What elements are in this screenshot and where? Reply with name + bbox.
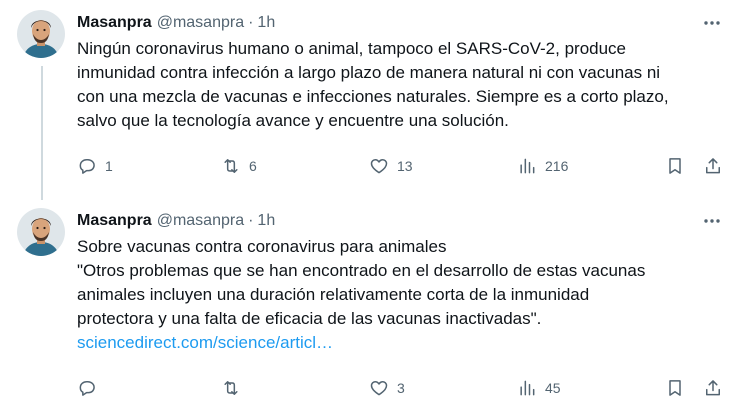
tweet-actions: 3 45 <box>77 376 727 400</box>
like-button[interactable]: 13 <box>369 154 413 178</box>
author-handle[interactable]: @masanpra <box>157 212 244 230</box>
reply-bubble-icon <box>79 159 95 174</box>
tweet-text-line: Ningún coronavirus humano o animal, tamp… <box>77 39 627 58</box>
like-count: 13 <box>397 158 413 174</box>
tweet-text-line: Sobre vacunas contra coronavirus para an… <box>77 237 447 256</box>
share-icon <box>706 380 720 396</box>
views-bar-icon <box>520 380 535 396</box>
retweet-icon <box>224 159 238 173</box>
more-options-icon[interactable] <box>700 210 724 232</box>
tweet-text-line: "Otros problemas que se han encontrado e… <box>77 261 646 280</box>
tweet-actions: 1 6 13 216 <box>77 154 727 178</box>
like-button[interactable]: 3 <box>369 376 405 400</box>
retweet-button[interactable]: 6 <box>221 154 257 178</box>
tweet-text: Ningún coronavirus humano o animal, tamp… <box>77 37 737 133</box>
share-button[interactable] <box>703 376 723 400</box>
reply-bubble-icon <box>79 381 95 396</box>
heart-icon <box>370 159 388 174</box>
bookmark-button[interactable] <box>665 376 685 400</box>
bookmark-icon <box>669 380 681 396</box>
tweet-text-line: protectora y una falta de eficacia de la… <box>77 309 542 328</box>
bookmark-icon <box>669 158 681 174</box>
tweet-text: Sobre vacunas contra coronavirus para an… <box>77 235 737 355</box>
thread-connector-line <box>41 66 43 200</box>
reply-button[interactable] <box>77 376 105 400</box>
avatar[interactable] <box>17 208 65 256</box>
reply-count: 1 <box>105 158 113 174</box>
views-count: 216 <box>545 158 569 174</box>
separator-dot: · <box>248 14 254 31</box>
more-options-icon[interactable] <box>700 12 724 34</box>
tweet-text-line: inmunidad contra infección a largo plazo… <box>77 63 661 82</box>
retweet-icon <box>224 381 238 395</box>
tweet-text-line: animales incluyen una duración relativam… <box>77 285 590 304</box>
views-button[interactable]: 45 <box>517 376 561 400</box>
retweet-button[interactable] <box>221 376 249 400</box>
article-link[interactable]: sciencedirect.com/science/articl… <box>77 331 737 355</box>
author-handle[interactable]: @masanpra <box>157 14 244 32</box>
tweet-header: Masanpra @masanpra · 1h <box>77 210 732 232</box>
views-count: 45 <box>545 380 561 396</box>
separator-dot: · <box>248 212 254 229</box>
tweet[interactable]: Masanpra @masanpra · 1h Sobre vacunas co… <box>0 200 746 414</box>
avatar[interactable] <box>17 10 65 58</box>
tweet-header: Masanpra @masanpra · 1h <box>77 12 732 34</box>
views-button[interactable]: 216 <box>517 154 568 178</box>
author-name[interactable]: Masanpra <box>77 212 152 230</box>
tweet[interactable]: Masanpra @masanpra · 1h Ningún coronavir… <box>0 0 746 200</box>
timestamp[interactable]: 1h <box>257 212 275 230</box>
heart-icon <box>370 381 388 396</box>
reply-button[interactable]: 1 <box>77 154 113 178</box>
author-name[interactable]: Masanpra <box>77 14 152 32</box>
share-icon <box>706 158 720 174</box>
bookmark-button[interactable] <box>665 154 685 178</box>
retweet-count: 6 <box>249 158 257 174</box>
share-button[interactable] <box>703 154 723 178</box>
tweet-text-line: salvo que la tecnología avance y encuent… <box>77 111 509 130</box>
like-count: 3 <box>397 380 405 396</box>
timestamp[interactable]: 1h <box>257 14 275 32</box>
tweet-text-line: con una mezcla de vacunas e infecciones … <box>77 87 669 106</box>
views-bar-icon <box>520 158 535 174</box>
